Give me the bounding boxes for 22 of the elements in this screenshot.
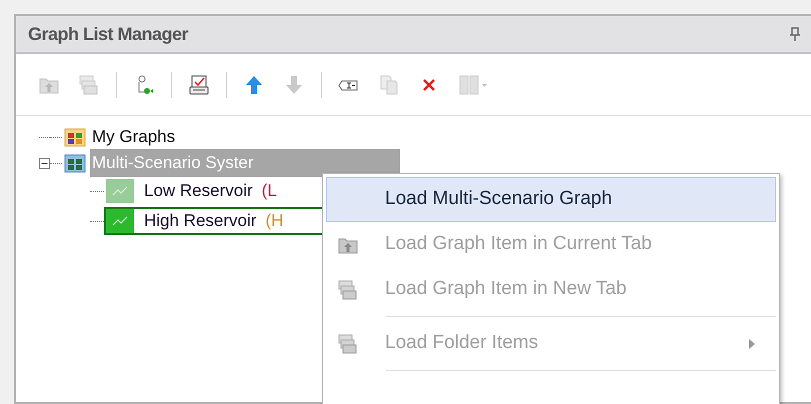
menu-item[interactable]: Load Multi-Scenario Graph [326, 177, 776, 222]
copy-icon [378, 74, 400, 96]
arrow-up-icon [243, 74, 265, 96]
collapse-icon[interactable] [39, 158, 50, 168]
tree-item-suffix: (L [262, 180, 277, 202]
stacked-windows-icon [337, 278, 359, 300]
stacked-windows-icon [337, 332, 359, 354]
arrow-down-icon [283, 74, 305, 96]
tree-item-suffix: (H [265, 210, 284, 232]
tree-item-label: Low Reservoir [144, 180, 253, 202]
tree-item[interactable]: My Graphs [90, 123, 178, 151]
swap-icon [458, 74, 488, 96]
submenu-arrow-icon [749, 338, 755, 348]
pin-icon[interactable] [790, 27, 800, 41]
panel-title: Graph List Manager [28, 22, 188, 46]
line-graph-icon [106, 209, 134, 233]
print-preview-icon [188, 74, 210, 96]
graph-folder-icon [64, 153, 86, 173]
tree-item-label: High Reservoir [144, 210, 256, 232]
line-graph-icon [106, 179, 134, 203]
graph-folder-icon [64, 127, 86, 147]
stacked-windows-icon [78, 74, 100, 96]
